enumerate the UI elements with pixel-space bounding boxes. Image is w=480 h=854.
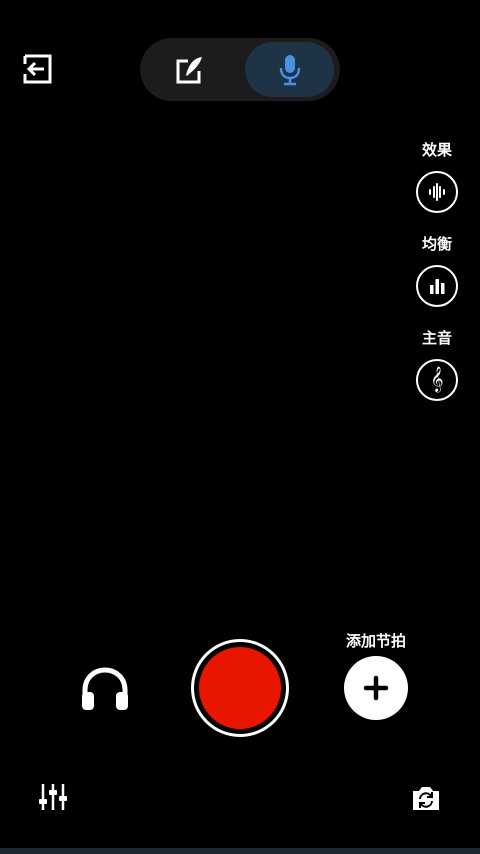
camera-flip-icon: [413, 787, 439, 810]
equalizer-bars-icon: [430, 279, 445, 294]
edit-feather-icon: [176, 56, 202, 83]
mode-write-button[interactable]: [140, 38, 240, 101]
equalizer-label: 均衡: [421, 235, 452, 253]
effects-label: 效果: [421, 141, 452, 159]
add-beat-button[interactable]: [344, 656, 408, 720]
mode-toggle: [140, 38, 340, 101]
recording-screen: 效果 均衡 主音 𝄞 添加节拍: [0, 0, 480, 854]
equalizer-tool[interactable]: 均衡: [416, 235, 458, 307]
plus-icon: [363, 675, 389, 701]
equalizer-button[interactable]: [416, 265, 458, 307]
headphones-button[interactable]: [78, 664, 132, 714]
mixer-sliders-icon: [39, 784, 67, 810]
lead-vocal-button[interactable]: 𝄞: [416, 359, 458, 401]
effects-button[interactable]: [416, 171, 458, 213]
waveform-icon: [429, 183, 445, 201]
mixer-button[interactable]: [38, 782, 68, 812]
headphones-icon: [82, 667, 128, 710]
effects-tool[interactable]: 效果: [416, 141, 458, 213]
treble-clef-icon: 𝄞: [430, 367, 444, 392]
lead-vocal-label: 主音: [421, 329, 452, 347]
flip-camera-button[interactable]: [410, 784, 442, 814]
add-beat-label: 添加节拍: [345, 632, 406, 650]
exit-icon: [23, 54, 52, 84]
microphone-icon: [279, 54, 300, 85]
exit-button[interactable]: [22, 52, 54, 86]
lead-vocal-tool[interactable]: 主音 𝄞: [416, 329, 458, 401]
bottom-divider: [0, 848, 480, 854]
mode-voice-button[interactable]: [245, 42, 334, 97]
record-button[interactable]: [199, 647, 281, 729]
